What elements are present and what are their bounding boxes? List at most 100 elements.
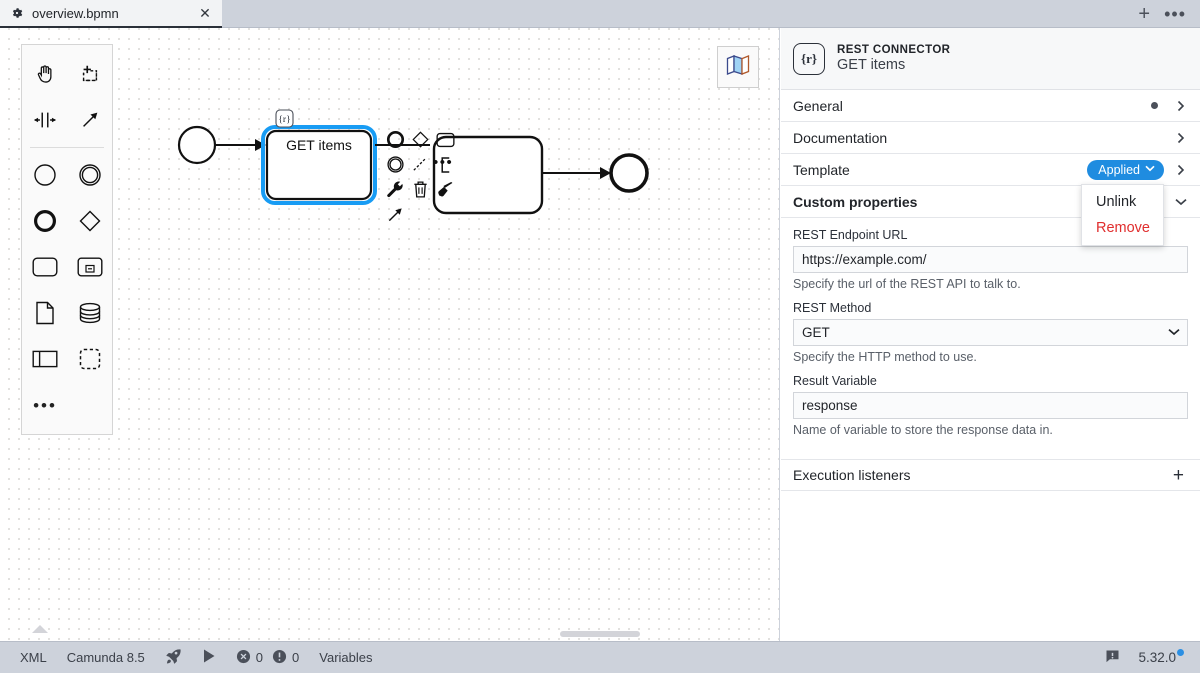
append-gateway-icon[interactable] bbox=[408, 127, 433, 152]
error-count: 0 bbox=[255, 650, 264, 665]
close-icon[interactable]: ✕ bbox=[196, 4, 214, 22]
group-documentation[interactable]: Documentation bbox=[781, 122, 1200, 154]
update-available-dot bbox=[1177, 649, 1184, 656]
create-group-button[interactable] bbox=[67, 336, 112, 382]
template-applied-badge[interactable]: Applied bbox=[1087, 159, 1164, 180]
create-intermediate-event-button[interactable] bbox=[67, 152, 112, 198]
chevron-right-icon bbox=[1174, 164, 1188, 176]
bpmn-diagram: {r} GET items bbox=[177, 109, 649, 215]
group-execution-listeners[interactable]: Execution listeners + bbox=[781, 459, 1200, 491]
append-task-icon[interactable] bbox=[433, 127, 458, 152]
tab-title: overview.bpmn bbox=[32, 5, 119, 21]
status-bar: XML Camunda 8.5 0 0 Variables 5.32.0 bbox=[0, 641, 1200, 673]
canvas-horizontal-scrollbar[interactable] bbox=[560, 631, 640, 637]
group-documentation-label: Documentation bbox=[793, 129, 888, 146]
menu-item-remove[interactable]: Remove bbox=[1082, 215, 1163, 241]
notification-icon[interactable] bbox=[1105, 649, 1120, 667]
chevron-right-icon bbox=[1174, 132, 1188, 144]
palette-more-button[interactable]: ••• bbox=[22, 382, 68, 428]
tab-bar-actions: + ••• bbox=[1138, 0, 1200, 27]
play-icon bbox=[202, 648, 216, 667]
warning-count: 0 bbox=[292, 650, 300, 665]
add-execution-listener-button[interactable]: + bbox=[1173, 466, 1184, 485]
field-result-variable: Result Variable Name of variable to stor… bbox=[793, 374, 1188, 437]
app-window: overview.bpmn ✕ + ••• {r} GET items ••• … bbox=[0, 0, 1200, 673]
group-template-label: Template bbox=[793, 161, 850, 178]
tab-bar: overview.bpmn ✕ + ••• bbox=[0, 0, 1200, 28]
delete-icon[interactable] bbox=[408, 177, 433, 202]
create-subprocess-button[interactable] bbox=[67, 244, 112, 290]
app-version-label: 5.32.0 bbox=[1138, 650, 1176, 665]
space-tool-button[interactable] bbox=[22, 97, 67, 143]
properties-panel-header: {r} REST CONNECTOR GET items bbox=[781, 28, 1200, 90]
group-execution-listeners-label: Execution listeners bbox=[793, 467, 911, 483]
context-pad bbox=[383, 127, 459, 227]
group-general-label: General bbox=[793, 97, 843, 114]
wrench-icon[interactable] bbox=[383, 177, 408, 202]
template-applied-badge-label: Applied bbox=[1098, 162, 1140, 177]
group-general[interactable]: General bbox=[781, 90, 1200, 122]
new-tab-button[interactable]: + bbox=[1138, 4, 1150, 24]
rest-connector-icon: {r} bbox=[793, 42, 825, 75]
create-data-store-button[interactable] bbox=[67, 290, 112, 336]
problems-indicator[interactable]: 0 0 bbox=[226, 649, 309, 667]
rocket-icon bbox=[165, 648, 182, 668]
minimap-toggle-button[interactable] bbox=[717, 46, 759, 88]
set-color-icon[interactable] bbox=[433, 177, 458, 202]
more-menu-button[interactable]: ••• bbox=[1164, 5, 1186, 23]
start-event-shape bbox=[177, 125, 217, 165]
variables-button[interactable]: Variables bbox=[309, 650, 382, 665]
element-name-label: GET items bbox=[837, 57, 906, 73]
svg-text:{r}: {r} bbox=[278, 115, 290, 125]
field-label: Result Variable bbox=[793, 374, 877, 388]
form-spacer bbox=[793, 437, 1188, 459]
minimap-icon bbox=[726, 54, 750, 81]
tab-overview-bpmn[interactable]: overview.bpmn ✕ bbox=[0, 0, 222, 28]
connect-arrow-icon[interactable] bbox=[383, 202, 408, 227]
context-pad-more-icon[interactable]: ••• bbox=[433, 155, 453, 170]
create-gateway-button[interactable] bbox=[67, 198, 112, 244]
group-template[interactable]: Template Applied bbox=[781, 154, 1200, 186]
hand-tool-button[interactable] bbox=[22, 51, 67, 97]
result-variable-input[interactable] bbox=[793, 392, 1188, 419]
create-end-event-button[interactable] bbox=[22, 198, 67, 244]
chevron-right-icon bbox=[1174, 100, 1188, 112]
bpmn-palette: ••• bbox=[21, 44, 113, 435]
task-one-label: GET items bbox=[286, 137, 352, 153]
field-hint: Specify the HTTP method to use. bbox=[793, 350, 977, 364]
lasso-tool-button[interactable] bbox=[67, 51, 112, 97]
field-hint: Name of variable to store the response d… bbox=[793, 423, 1053, 437]
create-start-event-button[interactable] bbox=[22, 152, 67, 198]
app-version[interactable]: 5.32.0 bbox=[1138, 649, 1184, 665]
properties-panel: {r} REST CONNECTOR GET items General Doc… bbox=[781, 28, 1200, 641]
connect-icon[interactable] bbox=[408, 152, 433, 177]
status-xml-button[interactable]: XML bbox=[10, 650, 57, 665]
palette-divider bbox=[30, 147, 104, 148]
status-xml-label: XML bbox=[20, 650, 47, 665]
end-event-shape bbox=[609, 153, 649, 193]
create-data-object-button[interactable] bbox=[22, 290, 67, 336]
status-engine-version[interactable]: Camunda 8.5 bbox=[57, 650, 155, 665]
rest-method-select[interactable]: GETPOSTPATCHPUTDELETE bbox=[793, 319, 1188, 346]
append-end-event-icon[interactable] bbox=[383, 127, 408, 152]
chevron-down-icon bbox=[1145, 164, 1155, 175]
element-type-label: REST CONNECTOR bbox=[837, 44, 951, 56]
field-hint: Specify the url of the REST API to talk … bbox=[793, 277, 1021, 291]
canvas-scroll-marker bbox=[32, 625, 48, 633]
menu-item-unlink[interactable]: Unlink bbox=[1082, 189, 1163, 215]
create-task-button[interactable] bbox=[22, 244, 67, 290]
template-dropdown-menu: Unlink Remove bbox=[1081, 184, 1164, 246]
create-participant-button[interactable] bbox=[22, 336, 67, 382]
gear-icon bbox=[10, 6, 24, 20]
bpmn-canvas[interactable]: {r} GET items ••• ••• bbox=[0, 28, 780, 641]
group-general-dot bbox=[1151, 102, 1158, 109]
error-icon bbox=[236, 649, 251, 667]
global-connect-tool-button[interactable] bbox=[67, 97, 112, 143]
status-engine-label: Camunda 8.5 bbox=[66, 650, 145, 665]
rest-endpoint-url-input[interactable] bbox=[793, 246, 1188, 273]
append-intermediate-event-icon[interactable] bbox=[383, 152, 408, 177]
run-button[interactable] bbox=[192, 648, 226, 667]
field-rest-method: REST Method GETPOSTPATCHPUTDELETE Specif… bbox=[793, 301, 1188, 364]
deploy-button[interactable] bbox=[155, 648, 192, 668]
field-label: REST Method bbox=[793, 301, 872, 315]
